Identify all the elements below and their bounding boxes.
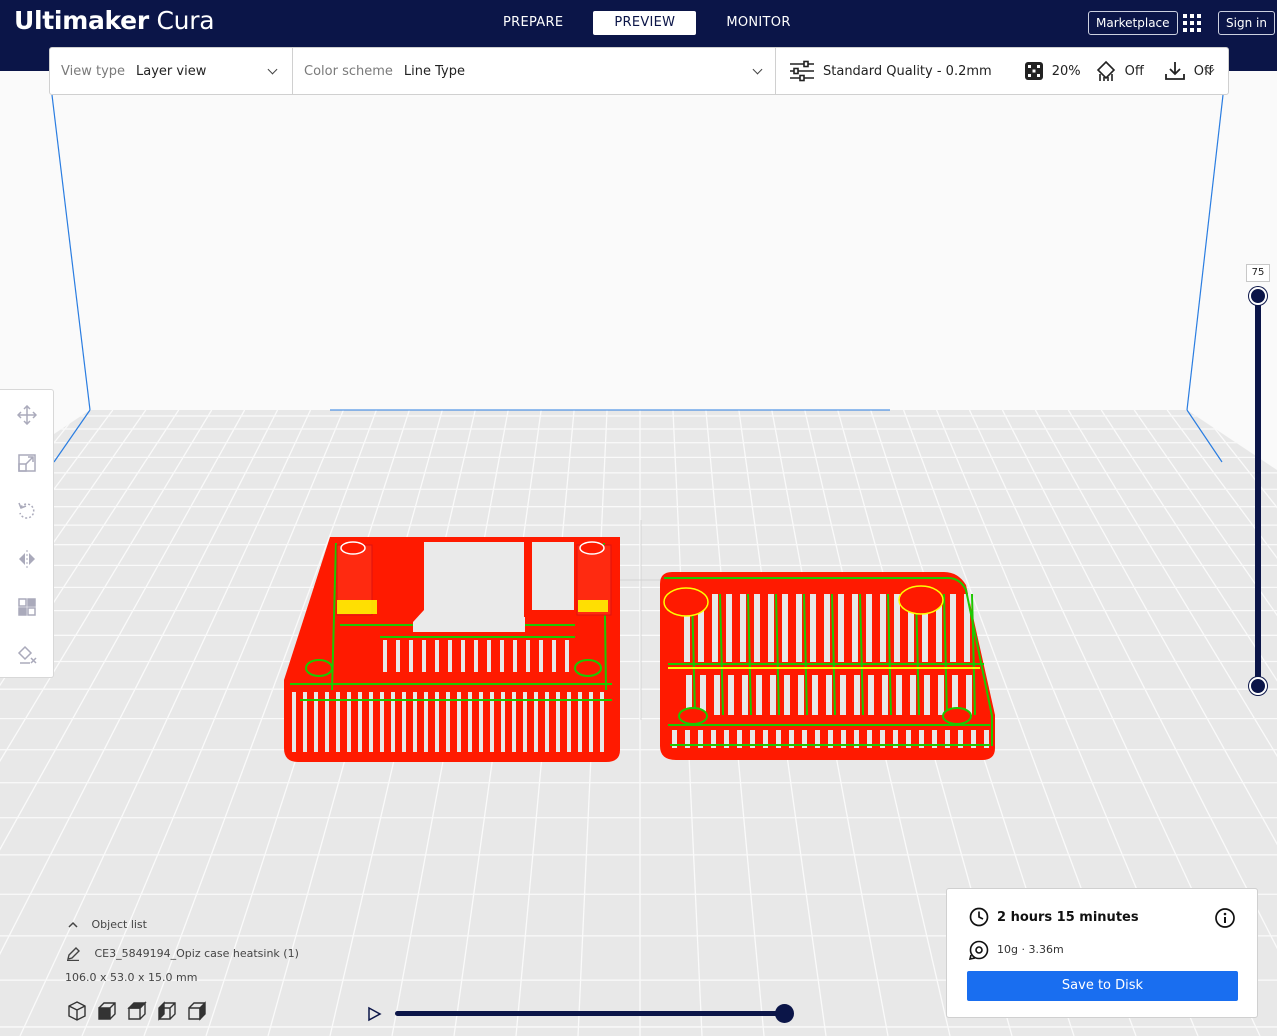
chevron-down-icon [752, 64, 763, 75]
layer-number-field[interactable]: 75 [1246, 264, 1270, 282]
view-type-value: Layer view [136, 63, 207, 79]
save-to-disk-button[interactable]: Save to Disk [967, 971, 1238, 1001]
info-icon[interactable] [1214, 907, 1236, 929]
cube-right-icon [188, 1001, 206, 1021]
color-scheme-dropdown[interactable]: Color scheme Line Type [292, 48, 775, 94]
object-name: CE3_5849194_Opiz case heatsink (1) [94, 947, 299, 960]
object-list-toggle[interactable]: Object list [68, 918, 147, 931]
view-front-button[interactable] [96, 1001, 118, 1021]
infill-value: 20% [1051, 63, 1081, 79]
move-icon [17, 405, 37, 425]
object-name-row[interactable]: CE3_5849194_Opiz case heatsink (1) [66, 947, 299, 962]
support-icon [1096, 60, 1115, 81]
print-info-panel: 2 hours 15 minutes 10g · 3.36m Save to D… [946, 888, 1258, 1018]
chevron-up-icon [68, 921, 78, 928]
per-model-settings-icon [18, 598, 36, 616]
tab-monitor[interactable]: MONITOR [703, 11, 813, 35]
print-time: 2 hours 15 minutes [997, 910, 1139, 925]
support-blocker-tool[interactable] [15, 643, 39, 667]
path-slider-handle[interactable] [775, 1004, 794, 1023]
view-top-button[interactable] [126, 1001, 148, 1021]
pencil-icon [67, 947, 80, 962]
per-model-settings-tool[interactable] [15, 595, 39, 619]
play-icon [368, 1006, 382, 1022]
view-3d-button[interactable] [66, 1001, 88, 1021]
path-slider-track[interactable] [395, 1011, 787, 1016]
model-case-left[interactable] [284, 537, 620, 762]
support-value: Off [1124, 63, 1144, 79]
play-simulation-button[interactable] [366, 1006, 382, 1022]
stage-tabs: PREPARE PREVIEW MONITOR [480, 11, 814, 35]
cube-3d-icon [68, 1001, 86, 1021]
apps-grid-icon[interactable] [1183, 14, 1201, 32]
infill-icon [1024, 62, 1043, 80]
object-list-title: Object list [91, 918, 147, 931]
clock-icon [969, 907, 989, 927]
layer-slider-lower-handle[interactable] [1249, 677, 1267, 695]
marketplace-button[interactable]: Marketplace [1088, 11, 1178, 35]
tab-prepare[interactable]: PREPARE [480, 11, 586, 35]
scale-icon [18, 454, 36, 472]
chevron-down-icon [267, 64, 278, 75]
support-blocker-icon [17, 645, 37, 664]
view-right-button[interactable] [186, 1001, 208, 1021]
print-settings-dropdown[interactable]: Standard Quality - 0.2mm 20% Off Off [775, 48, 1228, 94]
mirror-tool[interactable] [15, 547, 39, 571]
scale-tool[interactable] [15, 451, 39, 475]
cube-left-icon [158, 1001, 176, 1021]
view-type-dropdown[interactable]: View type Layer view [50, 48, 292, 94]
cube-front-icon [98, 1002, 116, 1020]
spool-icon [969, 940, 989, 960]
color-scheme-value: Line Type [403, 63, 465, 79]
view-type-label: View type [61, 63, 126, 79]
object-dimensions: 106.0 x 53.0 x 15.0 mm [65, 971, 198, 984]
model-toolbar [0, 389, 54, 678]
quality-value: Standard Quality - 0.2mm [823, 63, 992, 79]
sliders-icon [790, 60, 814, 82]
adhesion-icon [1164, 62, 1185, 80]
tab-preview[interactable]: PREVIEW [593, 11, 697, 35]
rotate-tool[interactable] [15, 499, 39, 523]
move-tool[interactable] [15, 403, 39, 427]
infill-item: 20% [1024, 61, 1081, 81]
support-item: Off [1095, 60, 1144, 82]
quality-item: Standard Quality - 0.2mm [789, 60, 992, 82]
model-case-right[interactable] [660, 572, 995, 760]
view-settings-bar: View type Layer view Color scheme Line T… [49, 47, 1229, 95]
color-scheme-label: Color scheme [304, 63, 393, 79]
layer-slider-upper-handle[interactable] [1249, 287, 1267, 305]
cube-top-icon [127, 1001, 147, 1020]
rotate-icon [18, 502, 35, 519]
camera-view-buttons [66, 1001, 208, 1021]
view-left-button[interactable] [156, 1001, 178, 1021]
app-logo: Ultimaker Cura [14, 6, 215, 35]
mirror-icon [19, 550, 35, 568]
sign-in-button[interactable]: Sign in [1218, 11, 1275, 35]
layer-slider-track[interactable] [1255, 296, 1261, 686]
material-usage: 10g · 3.36m [997, 943, 1064, 956]
